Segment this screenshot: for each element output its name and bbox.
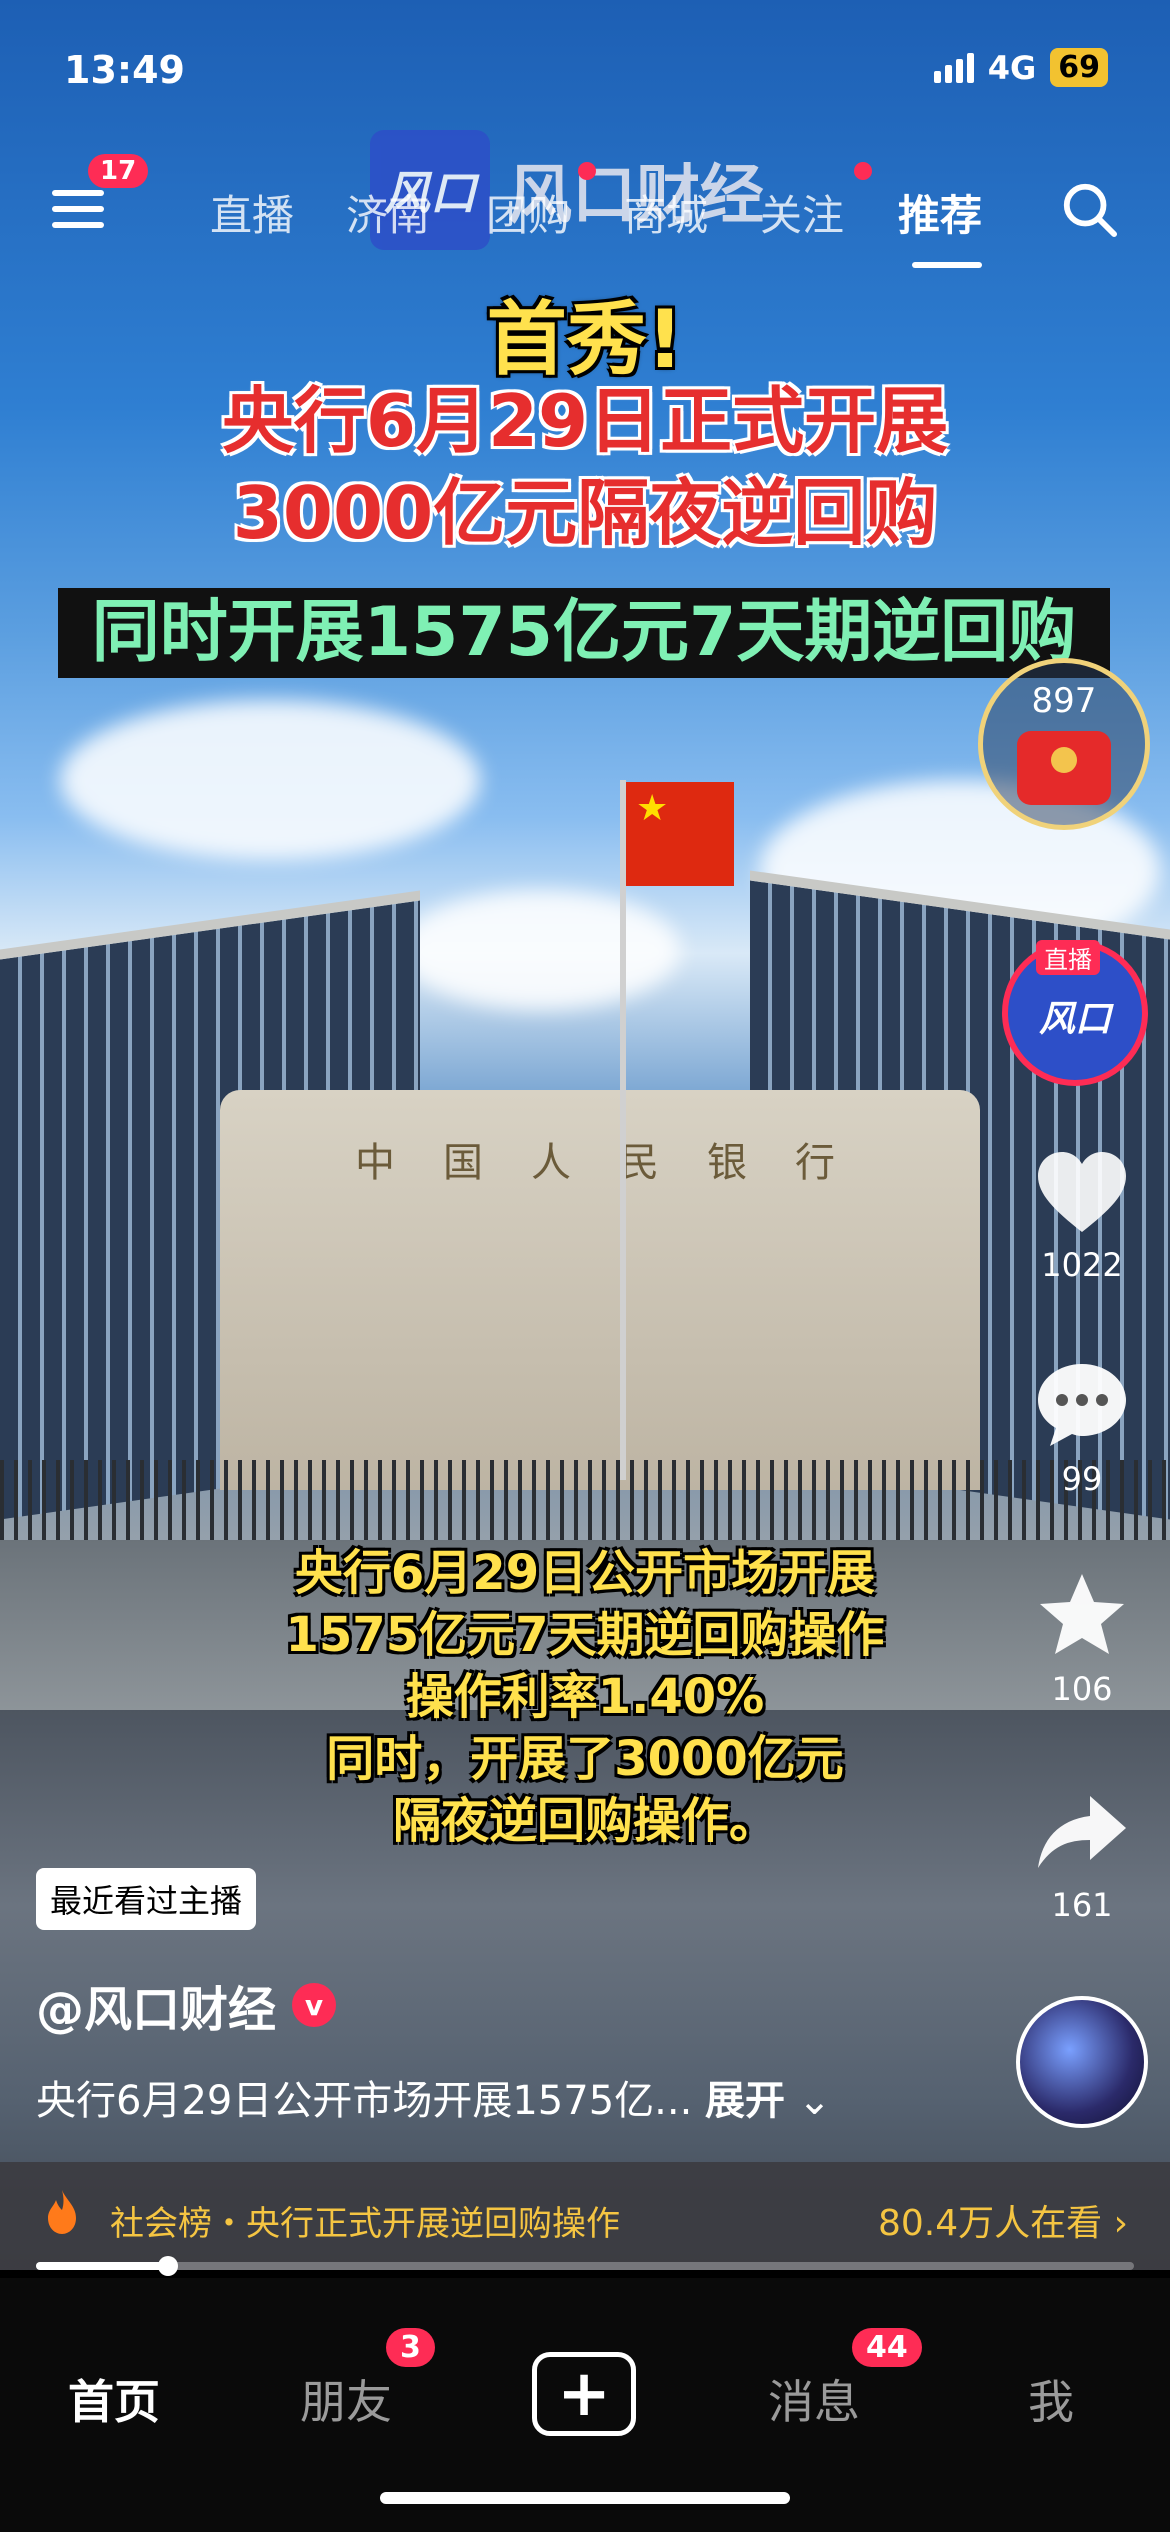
plus-icon: +	[557, 2357, 611, 2431]
headline-sub-box: 同时开展1575亿元7天期逆回购	[58, 588, 1110, 678]
red-packet-icon	[1017, 731, 1111, 805]
live-avatar[interactable]: 直播 风口	[1002, 940, 1148, 1086]
tab-home[interactable]: 首页	[68, 2366, 160, 2432]
headline-main-line1: 央行6月29日正式开展	[221, 379, 949, 463]
star-icon: ★	[636, 788, 669, 829]
caption-line: 1575亿元7天期逆回购操作	[285, 1607, 885, 1663]
battery-icon: 69	[1050, 48, 1108, 87]
comment-button[interactable]: 99	[1012, 1360, 1152, 1498]
flame-icon	[48, 2190, 76, 2234]
status-time: 13:49	[64, 48, 185, 92]
caption-line: 央行6月29日公开市场开展	[294, 1545, 876, 1601]
viewer-count-text: 80.4万人在看	[877, 2203, 1103, 2244]
search-icon[interactable]	[1060, 180, 1118, 238]
live-tag: 直播	[1036, 940, 1100, 975]
tab-messages[interactable]: 消息	[768, 2366, 860, 2432]
viewer-count: 80.4万人在看 ›	[878, 2194, 1128, 2246]
description-text: 央行6月29日公开市场开展1575亿...	[36, 2078, 693, 2124]
tab-mall-dot	[578, 162, 596, 180]
favorite-button[interactable]: 106	[1012, 1570, 1152, 1708]
caption-line: 隔夜逆回购操作。	[392, 1793, 777, 1849]
top-nav: 17 直播 济南 团购 商城 关注 推荐	[0, 154, 1170, 268]
headline-main-line2: 3000亿元隔夜逆回购	[232, 471, 938, 555]
live-logo: 风口	[1038, 999, 1111, 1040]
bank-sign: 中国人民银行	[355, 1140, 883, 1186]
headline-sub: 同时开展1575亿元7天期逆回购	[91, 593, 1077, 672]
recent-viewed-tag[interactable]: 最近看过主播	[36, 1868, 257, 1930]
like-count: 1022	[1041, 1246, 1123, 1284]
chevron-right-icon: ›	[1113, 2203, 1128, 2244]
hot-list-text: 社会榜・央行正式开展逆回购操作	[110, 2204, 620, 2244]
tab-recommend[interactable]: 推荐	[898, 182, 982, 243]
cloud	[400, 890, 680, 1010]
red-packet-count: 897	[1031, 681, 1097, 721]
video-caption: 央行6月29日公开市场开展 1575亿元7天期逆回购操作 操作利率1.40% 同…	[0, 1542, 1170, 1852]
menu-badge: 17	[88, 154, 149, 188]
fence	[0, 1460, 1170, 1540]
hot-list-bar[interactable]: 社会榜・央行正式开展逆回购操作 80.4万人在看 ›	[0, 2162, 1170, 2270]
creator-avatar[interactable]	[1016, 1996, 1148, 2128]
tab-me[interactable]: 我	[1028, 2366, 1074, 2432]
caption-line: 操作利率1.40%	[405, 1669, 765, 1725]
share-count: 161	[1051, 1886, 1113, 1924]
headline-first: 首秀!	[486, 293, 684, 386]
tab-local[interactable]: 济南	[346, 182, 430, 243]
tab-following-dot	[854, 162, 872, 180]
verified-icon: v	[292, 1983, 337, 2027]
home-indicator	[380, 2492, 790, 2504]
create-button[interactable]: +	[532, 2352, 636, 2436]
heart-icon	[1038, 1152, 1126, 1232]
caption-line: 同时，开展了3000亿元	[326, 1731, 844, 1787]
author-row[interactable]: @风口财经 v	[36, 1970, 337, 2040]
messages-badge: 44	[852, 2328, 922, 2367]
tab-friends[interactable]: 朋友	[300, 2366, 392, 2432]
menu-icon[interactable]	[52, 180, 104, 240]
like-button[interactable]: 1022	[1012, 1150, 1152, 1284]
tab-mall[interactable]: 商城	[624, 182, 708, 243]
tab-live[interactable]: 直播	[210, 182, 294, 243]
headline-main: 央行6月29日正式开展 3000亿元隔夜逆回购	[0, 375, 1170, 559]
author-name[interactable]: @风口财经	[36, 1970, 276, 2040]
tab-following[interactable]: 关注	[760, 182, 844, 243]
star-icon	[1040, 1574, 1124, 1654]
share-arrow-icon	[1038, 1796, 1126, 1868]
tab-group-buy[interactable]: 团购	[486, 182, 570, 243]
comment-icon	[1038, 1364, 1126, 1446]
network-type: 4G	[987, 48, 1037, 87]
chevron-down-icon: ⌄	[785, 2078, 832, 2124]
video-description[interactable]: 央行6月29日公开市场开展1575亿... 展开 ⌄	[36, 2068, 831, 2126]
status-indicators: 4G 69	[933, 48, 1108, 87]
cloud	[60, 700, 480, 860]
progress-fill	[36, 2262, 168, 2270]
favorite-count: 106	[1051, 1670, 1113, 1708]
flag: ★	[626, 782, 734, 886]
expand-link[interactable]: 展开	[705, 2078, 785, 2124]
active-tab-indicator	[912, 262, 982, 268]
friends-badge: 3	[386, 2328, 435, 2367]
progress-handle[interactable]	[157, 2256, 178, 2276]
share-button[interactable]: 161	[1012, 1790, 1152, 1924]
comment-count: 99	[1061, 1460, 1103, 1498]
red-packet-button[interactable]: 897	[978, 658, 1150, 830]
signal-icon	[933, 52, 974, 83]
playback-progress[interactable]	[36, 2256, 1134, 2276]
